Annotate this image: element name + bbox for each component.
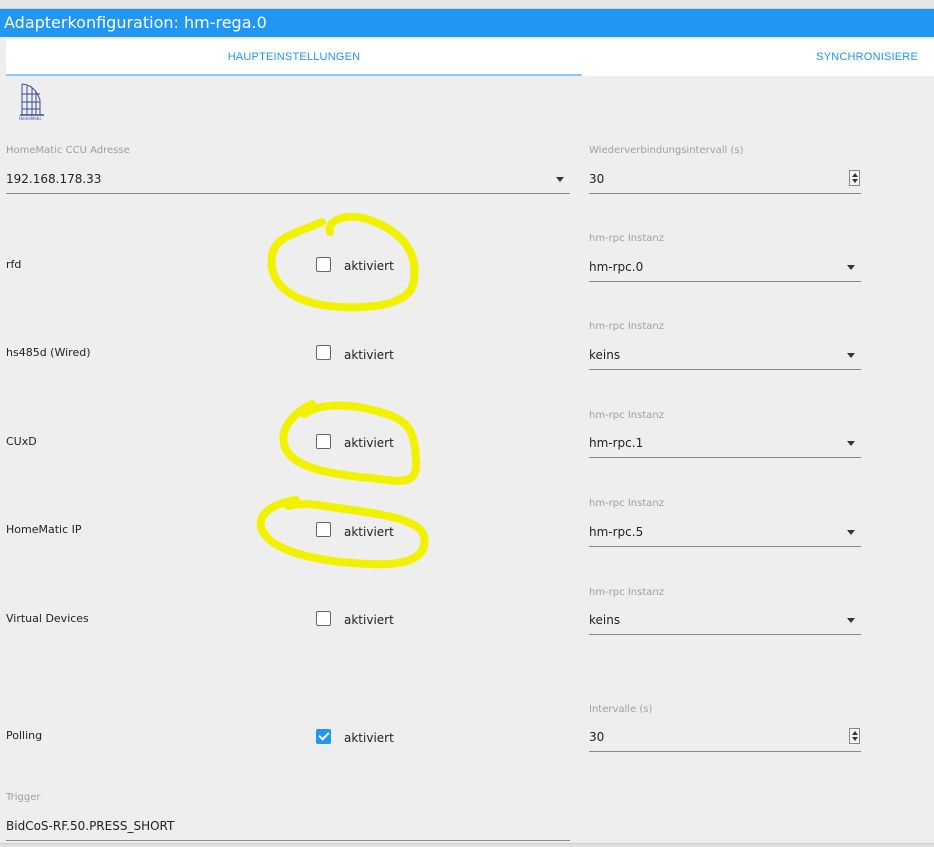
window-bottom-edge: [0, 843, 934, 847]
rfd-checkbox-label: aktiviert: [344, 259, 394, 273]
homematic-ip-label: HomeMatic IP: [6, 523, 82, 536]
virtual-devices-instance-label: hm-rpc Instanz: [589, 587, 664, 598]
hs485d-instance-value: keins: [589, 348, 621, 362]
chevron-down-icon: [847, 618, 855, 623]
chevron-down-icon: [847, 530, 855, 535]
virtual-devices-instance-select[interactable]: keins: [589, 609, 861, 635]
spinner-icon[interactable]: [849, 728, 860, 744]
ccu-address-select[interactable]: 192.168.178.33: [6, 168, 570, 194]
dialog-title: Adapterkonfiguration: hm-rega.0: [0, 9, 934, 37]
tab-synchronisiere[interactable]: SYNCHRONISIERE: [582, 39, 934, 76]
homematic-logo-icon: HomeMatic: [19, 83, 44, 121]
cuxd-checkbox-label: aktiviert: [344, 436, 394, 450]
window-top-edge: [0, 0, 934, 9]
rfd-checkbox[interactable]: [316, 257, 331, 272]
polling-checkbox-label: aktiviert: [344, 731, 394, 745]
homematic-logo-text: HomeMatic: [19, 116, 42, 121]
hs485d-label: hs485d (Wired): [6, 346, 91, 359]
ccu-address-label: HomeMatic CCU Adresse: [6, 145, 130, 156]
polling-interval-label: Intervalle (s): [589, 704, 653, 715]
cuxd-checkbox[interactable]: [316, 434, 331, 449]
highlight-circle-homematic-ip: [256, 496, 429, 569]
reconnect-interval-input[interactable]: 30: [589, 168, 861, 194]
polling-interval-value: 30: [589, 730, 605, 744]
trigger-label: Trigger: [6, 792, 41, 803]
chevron-down-icon: [847, 441, 855, 446]
homematic-ip-checkbox[interactable]: [316, 522, 331, 537]
highlight-annotations: [256, 212, 429, 569]
rfd-label: rfd: [6, 258, 22, 271]
homematic-ip-instance-label: hm-rpc Instanz: [589, 498, 664, 509]
cuxd-instance-select[interactable]: hm-rpc.1: [589, 432, 861, 458]
hs485d-checkbox-label: aktiviert: [344, 348, 394, 362]
polling-interval-input[interactable]: 30: [589, 726, 861, 752]
trigger-value: BidCoS-RF.50.PRESS_SHORT: [6, 819, 175, 833]
virtual-devices-instance-value: keins: [589, 613, 621, 627]
chevron-down-icon: [556, 177, 564, 182]
rfd-instance-label: hm-rpc Instanz: [589, 233, 664, 244]
cuxd-instance-value: hm-rpc.1: [589, 436, 644, 450]
chevron-down-icon: [847, 265, 855, 270]
homematic-ip-checkbox-label: aktiviert: [344, 525, 394, 539]
virtual-devices-label: Virtual Devices: [6, 612, 89, 625]
homematic-ip-instance-value: hm-rpc.5: [589, 525, 644, 539]
hs485d-instance-select[interactable]: keins: [589, 344, 861, 370]
spinner-icon[interactable]: [849, 170, 860, 186]
cuxd-label: CUxD: [6, 435, 37, 448]
tab-bar: HAUPTEINSTELLUNGEN SYNCHRONISIERE: [6, 39, 934, 76]
reconnect-interval-label: Wiederverbindungsintervall (s): [589, 145, 744, 156]
rfd-instance-select[interactable]: hm-rpc.0: [589, 256, 861, 282]
virtual-devices-checkbox[interactable]: [316, 611, 331, 626]
hs485d-checkbox[interactable]: [316, 345, 331, 360]
hs485d-instance-label: hm-rpc Instanz: [589, 321, 664, 332]
virtual-devices-checkbox-label: aktiviert: [344, 613, 394, 627]
tab-haupteinstellungen[interactable]: HAUPTEINSTELLUNGEN: [6, 39, 582, 76]
homematic-ip-instance-select[interactable]: hm-rpc.5: [589, 521, 861, 547]
ccu-address-value: 192.168.178.33: [6, 172, 102, 186]
polling-label: Polling: [6, 729, 43, 742]
cuxd-instance-label: hm-rpc Instanz: [589, 410, 664, 421]
polling-checkbox[interactable]: [316, 729, 331, 744]
rfd-instance-value: hm-rpc.0: [589, 260, 644, 274]
chevron-down-icon: [847, 353, 855, 358]
trigger-input[interactable]: BidCoS-RF.50.PRESS_SHORT: [6, 815, 570, 841]
reconnect-interval-value: 30: [589, 172, 605, 186]
